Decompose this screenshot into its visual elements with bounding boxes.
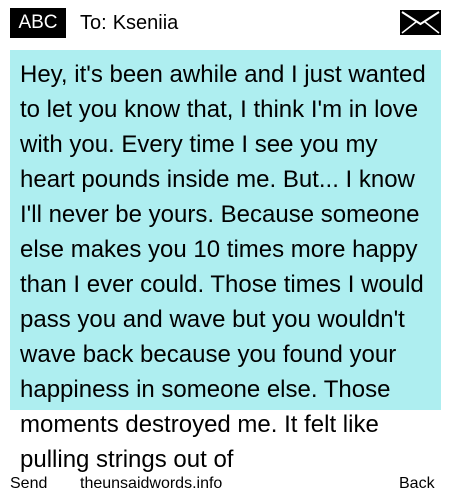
to-label: To: — [80, 12, 107, 34]
send-softkey[interactable]: Send — [10, 474, 47, 494]
recipient-field[interactable]: To: Kseniia — [80, 9, 178, 37]
input-mode-badge[interactable]: ABC — [10, 8, 66, 38]
back-softkey[interactable]: Back — [399, 474, 435, 494]
message-header: ABC To: Kseniia — [0, 0, 450, 48]
envelope-icon — [400, 10, 441, 35]
message-body[interactable]: Hey, it's been awhile and I just wanted … — [20, 57, 432, 477]
website-label: theunsaidwords.info — [80, 475, 223, 492]
recipient-name: Kseniia — [112, 12, 179, 34]
